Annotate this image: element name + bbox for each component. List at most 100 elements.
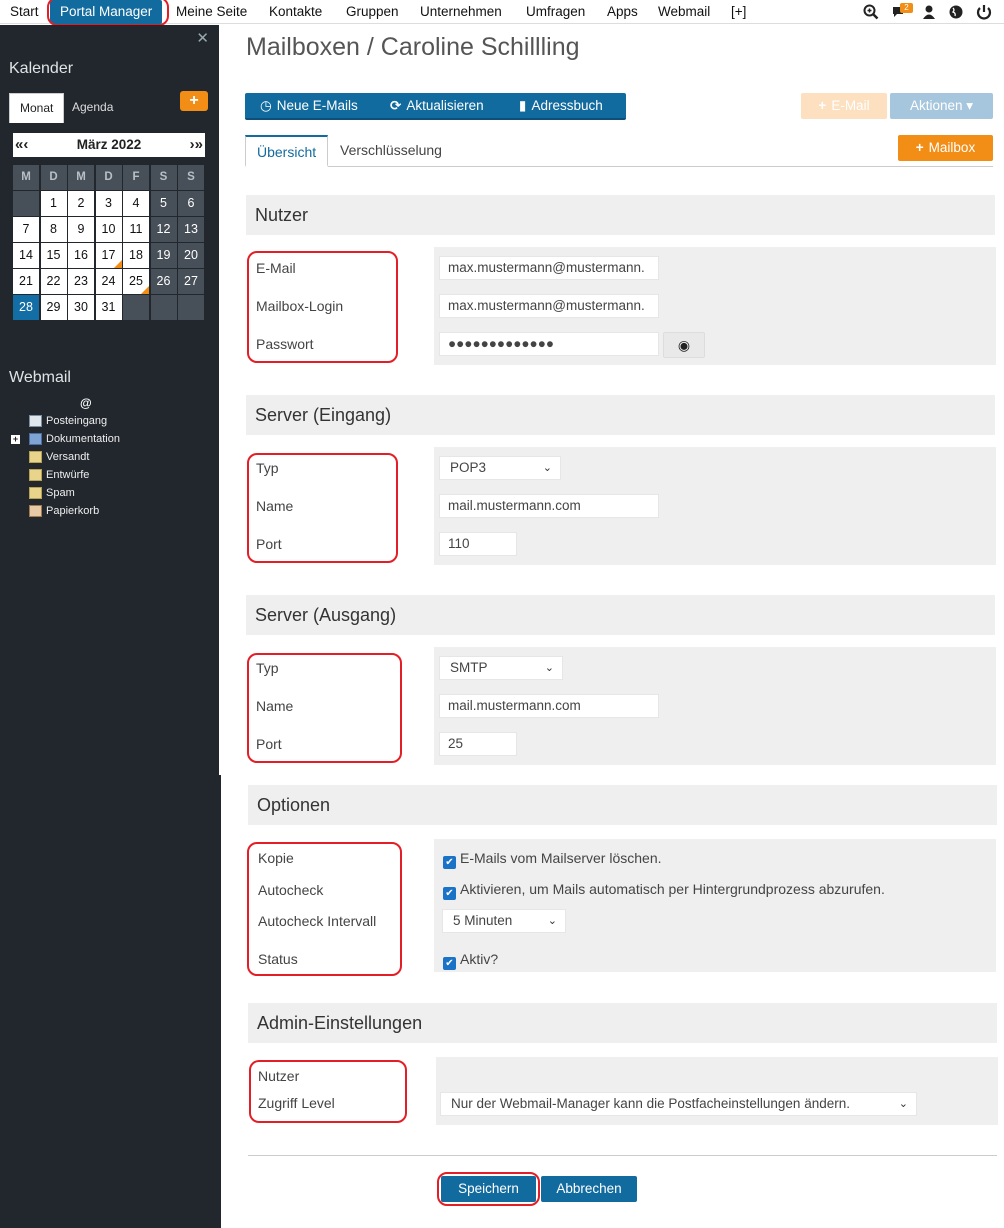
nav-unternehmen[interactable]: Unternehmen — [420, 0, 502, 24]
actions-dropdown-button[interactable]: Aktionen ▾ — [890, 93, 993, 119]
tab-agenda[interactable]: Agenda — [62, 93, 123, 123]
calendar-day[interactable]: 19 — [150, 243, 177, 268]
calendar-day[interactable]: 2 — [68, 191, 94, 216]
trash-icon — [29, 505, 42, 517]
close-sidebar-icon[interactable]: ✕ — [196, 29, 209, 47]
tab-verschluesselung[interactable]: Verschlüsselung — [329, 135, 453, 166]
toolbar-button-group: ◷ Neue E-Mails ⟳ Aktualisieren ▮ Adressbuch — [245, 93, 626, 120]
nav-webmail[interactable]: Webmail — [658, 0, 710, 24]
checkbox-checked-icon[interactable]: ✔ — [443, 887, 456, 900]
server-in-panel: POP3 ⌄ mail.mustermann.com 110 — [434, 447, 996, 565]
calendar-day[interactable]: 30 — [68, 295, 94, 320]
tab-monat[interactable]: Monat — [9, 93, 65, 123]
calendar-day[interactable]: 31 — [95, 295, 122, 320]
server-in-name-field[interactable]: mail.mustermann.com — [439, 494, 659, 518]
save-button[interactable]: Speichern — [441, 1176, 536, 1202]
toggle-password-visibility-icon[interactable]: ◉ — [663, 332, 705, 358]
server-out-type-select[interactable]: SMTP ⌄ — [439, 656, 563, 680]
calendar-empty-cell — [123, 295, 149, 320]
calendar-day[interactable]: 10 — [95, 217, 122, 242]
autocheck-interval-label: Autocheck Intervall — [258, 913, 377, 929]
nav-kontakte[interactable]: Kontakte — [269, 0, 322, 24]
server-out-name-field[interactable]: mail.mustermann.com — [439, 694, 659, 718]
next-month-icon[interactable]: ›» — [190, 133, 203, 157]
calendar-day[interactable]: 9 — [68, 217, 94, 242]
section-options-title: Optionen — [248, 785, 997, 825]
section-server-out-title: Server (Ausgang) — [246, 595, 995, 635]
user-icon[interactable] — [920, 3, 938, 21]
calendar-day[interactable]: 23 — [68, 269, 94, 294]
email-field[interactable]: max.mustermann@mustermann. — [439, 256, 659, 280]
calendar-day[interactable]: 16 — [68, 243, 94, 268]
calendar-day[interactable]: 25 — [123, 269, 149, 294]
calendar-day[interactable]: 24 — [95, 269, 122, 294]
server-in-port-field[interactable]: 110 — [439, 532, 517, 556]
expand-icon[interactable]: + — [11, 435, 20, 444]
chevron-down-icon: ⌄ — [544, 662, 554, 674]
calendar-day[interactable]: 26 — [150, 269, 177, 294]
zoom-search-icon[interactable] — [862, 3, 880, 21]
checkbox-checked-icon[interactable]: ✔ — [443, 957, 456, 970]
calendar-day[interactable]: 7 — [13, 217, 39, 242]
calendar-day[interactable]: 5 — [150, 191, 177, 216]
calendar-day[interactable]: 27 — [178, 269, 204, 294]
calendar-day[interactable]: 21 — [13, 269, 39, 294]
add-calendar-event-button[interactable]: + — [180, 91, 208, 111]
calendar-day[interactable]: 17 — [95, 243, 122, 268]
add-mailbox-button[interactable]: + Mailbox — [898, 135, 993, 161]
new-email-button[interactable]: + E-Mail — [801, 93, 887, 119]
chevron-down-icon: ⌄ — [542, 462, 552, 474]
calendar-day[interactable]: 6 — [178, 191, 204, 216]
calendar-day[interactable]: 20 — [178, 243, 204, 268]
server-in-name-label: Name — [256, 498, 294, 514]
nav-add[interactable]: [+] — [731, 0, 746, 24]
password-field[interactable]: ●●●●●●●●●●●●● — [439, 332, 659, 356]
webmail-root[interactable]: @ — [80, 396, 92, 410]
calendar-title: Kalender — [9, 60, 74, 77]
calendar-day[interactable]: 1 — [40, 191, 67, 216]
calendar-day[interactable]: 29 — [40, 295, 67, 320]
tab-uebersicht[interactable]: Übersicht — [245, 135, 329, 167]
access-level-select[interactable]: Nur der Webmail-Manager kann die Postfac… — [440, 1092, 917, 1116]
section-admin-title: Admin-Einstellungen — [248, 1003, 997, 1043]
calendar-day[interactable]: 18 — [123, 243, 149, 268]
weekday-header: M — [68, 165, 94, 190]
power-icon[interactable] — [975, 3, 993, 21]
new-emails-button[interactable]: ◷ Neue E-Mails — [260, 93, 358, 119]
nav-meine-seite[interactable]: Meine Seite — [176, 0, 247, 24]
copy-checkbox-row[interactable]: ✔ E-Mails vom Mailserver löschen. — [443, 849, 662, 869]
nav-gruppen[interactable]: Gruppen — [346, 0, 399, 24]
calendar-day[interactable]: 11 — [123, 217, 149, 242]
autocheck-interval-select[interactable]: 5 Minuten ⌄ — [442, 909, 566, 933]
server-in-port-label: Port — [256, 536, 282, 552]
autocheck-checkbox-row[interactable]: ✔ Aktivieren, um Mails automatisch per Hi… — [443, 880, 885, 900]
chevron-down-icon: ⌄ — [547, 915, 557, 927]
mailbox-login-field[interactable]: max.mustermann@mustermann. — [439, 294, 659, 318]
status-label: Status — [258, 951, 298, 967]
addressbook-button[interactable]: ▮ Adressbuch — [519, 93, 603, 119]
webmail-title: Webmail — [9, 369, 71, 386]
calendar-day[interactable]: 22 — [40, 269, 67, 294]
calendar-day[interactable]: 14 — [13, 243, 39, 268]
globe-icon[interactable] — [947, 3, 965, 21]
calendar-day[interactable]: 4 — [123, 191, 149, 216]
main-content: Mailboxen / Caroline Schillling ◷ Neue E-… — [221, 25, 1004, 1228]
checkbox-checked-icon[interactable]: ✔ — [443, 856, 456, 869]
nav-start[interactable]: Start — [10, 0, 39, 24]
server-out-port-field[interactable]: 25 — [439, 732, 517, 756]
nav-portal-manager[interactable]: Portal Manager — [50, 0, 163, 24]
weekday-header: D — [95, 165, 122, 190]
nav-umfragen[interactable]: Umfragen — [526, 0, 585, 24]
calendar-day[interactable]: 8 — [40, 217, 67, 242]
weekday-header: F — [123, 165, 149, 190]
server-in-type-select[interactable]: POP3 ⌄ — [439, 456, 561, 480]
refresh-button[interactable]: ⟳ Aktualisieren — [390, 93, 484, 119]
calendar-day[interactable]: 15 — [40, 243, 67, 268]
calendar-day[interactable]: 13 — [178, 217, 204, 242]
calendar-day[interactable]: 12 — [150, 217, 177, 242]
calendar-day[interactable]: 28 — [13, 295, 39, 320]
cancel-button[interactable]: Abbrechen — [541, 1176, 637, 1202]
status-checkbox-row[interactable]: ✔ Aktiv? — [443, 950, 498, 970]
calendar-day[interactable]: 3 — [95, 191, 122, 216]
nav-apps[interactable]: Apps — [607, 0, 638, 24]
